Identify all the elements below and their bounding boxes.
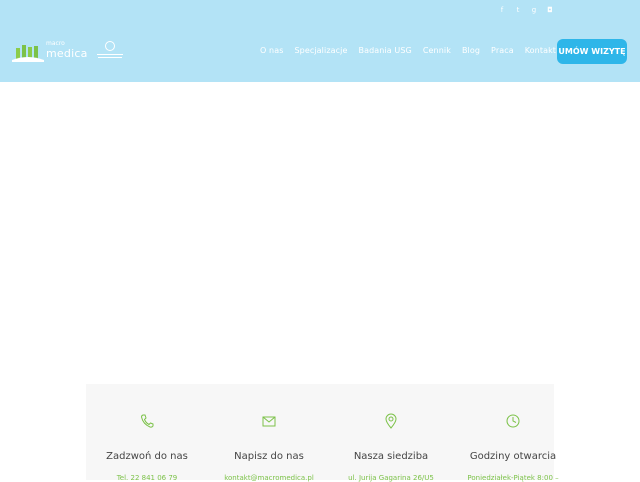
nav-item-blog[interactable]: Blog — [462, 46, 480, 55]
google-plus-icon[interactable]: g — [530, 5, 538, 15]
facebook-icon[interactable]: f — [498, 5, 506, 15]
logo-text-medica: medica — [46, 47, 88, 60]
instagram-icon[interactable]: ◘ — [546, 5, 554, 15]
social-links: f t g ◘ — [498, 5, 554, 15]
contact-info-section: Zadzwoń do nas Tel. 22 841 06 79 Napisz … — [86, 384, 559, 482]
nav-item-specjalizacje[interactable]: Specjalizacje — [294, 46, 347, 55]
location-pin-icon — [385, 413, 397, 429]
main-nav: O nas Specjalizacje Badania USG Cennik B… — [260, 46, 556, 55]
logo-text-macro: macro — [46, 40, 65, 47]
certification-badge-icon — [96, 40, 124, 64]
contact-title-hours: Godziny otwarcia — [469, 451, 557, 462]
contact-detail-hours: Poniedziałek-Piątek 8:00 – — [467, 474, 559, 482]
site-header: f t g ◘ macro medica O nas Specjalizacje… — [0, 0, 640, 82]
clock-icon — [506, 414, 520, 428]
contact-detail-phone[interactable]: Tel. 22 841 06 79 — [86, 474, 208, 482]
twitter-icon[interactable]: t — [514, 5, 522, 15]
contact-detail-email[interactable]: kontakt@macromedica.pl — [208, 474, 330, 482]
mail-icon — [262, 416, 276, 427]
nav-item-praca[interactable]: Praca — [491, 46, 514, 55]
phone-icon — [140, 414, 154, 428]
contact-detail-address: ul. Jurija Gagarina 26/U5 — [348, 474, 434, 482]
contact-title-email: Napisz do nas — [234, 451, 304, 462]
book-appointment-button[interactable]: UMÓW WIZYTĘ — [557, 39, 627, 64]
contact-title-phone: Zadzwoń do nas — [106, 451, 188, 462]
site-logo[interactable]: macro medica — [12, 40, 123, 64]
contact-title-address: Nasza siedziba — [353, 451, 429, 462]
logo-trees-icon — [12, 45, 44, 62]
nav-item-badania-usg[interactable]: Badania USG — [358, 46, 411, 55]
nav-item-o-nas[interactable]: O nas — [260, 46, 283, 55]
nav-item-cennik[interactable]: Cennik — [423, 46, 451, 55]
nav-item-kontakt[interactable]: Kontakt — [525, 46, 556, 55]
